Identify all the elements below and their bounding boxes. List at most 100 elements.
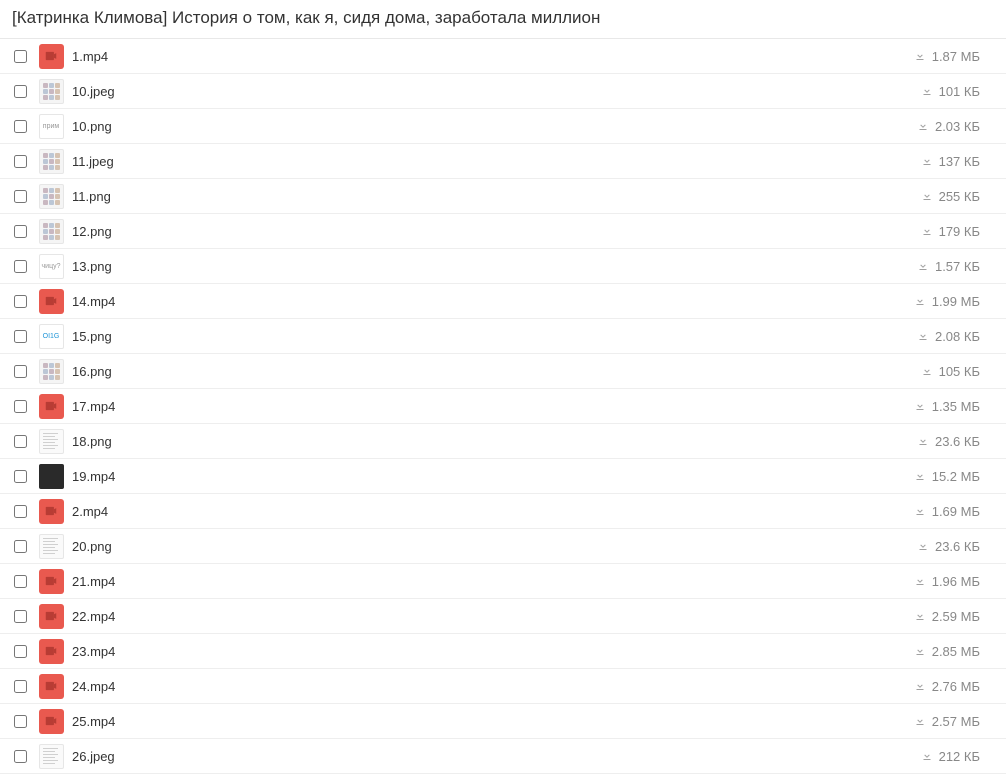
file-size-cell: 2.08 КБ bbox=[917, 329, 996, 344]
file-row[interactable]: 1.mp41.87 МБ bbox=[0, 39, 1006, 74]
download-icon[interactable] bbox=[917, 435, 929, 447]
download-icon[interactable] bbox=[917, 330, 929, 342]
select-checkbox[interactable] bbox=[14, 190, 27, 203]
file-row[interactable]: 24.mp42.76 МБ bbox=[0, 669, 1006, 704]
file-name[interactable]: 1.mp4 bbox=[72, 49, 914, 64]
select-checkbox[interactable] bbox=[14, 260, 27, 273]
file-row[interactable]: 18.png23.6 КБ bbox=[0, 424, 1006, 459]
file-name[interactable]: 21.mp4 bbox=[72, 574, 914, 589]
select-checkbox[interactable] bbox=[14, 225, 27, 238]
thumb-cell bbox=[38, 289, 64, 314]
checkbox-cell bbox=[14, 435, 38, 448]
download-icon[interactable] bbox=[917, 120, 929, 132]
download-icon[interactable] bbox=[914, 400, 926, 412]
file-name[interactable]: 10.png bbox=[72, 119, 917, 134]
checkbox-cell bbox=[14, 715, 38, 728]
file-name[interactable]: 11.jpeg bbox=[72, 154, 921, 169]
download-icon[interactable] bbox=[914, 610, 926, 622]
download-icon[interactable] bbox=[914, 295, 926, 307]
download-icon[interactable] bbox=[914, 50, 926, 62]
file-name[interactable]: 22.mp4 bbox=[72, 609, 914, 624]
file-row[interactable]: 17.mp4 1.35 МБ bbox=[0, 389, 1006, 424]
file-size-cell: 2.59 МБ bbox=[914, 609, 996, 624]
file-name[interactable]: 16.png bbox=[72, 364, 921, 379]
select-checkbox[interactable] bbox=[14, 610, 27, 623]
file-row[interactable]: 25.mp42.57 МБ bbox=[0, 704, 1006, 739]
file-name[interactable]: 13.png bbox=[72, 259, 917, 274]
file-row[interactable]: 26.jpeg 212 КБ bbox=[0, 739, 1006, 774]
file-name[interactable]: 11.png bbox=[72, 189, 921, 204]
select-checkbox[interactable] bbox=[14, 575, 27, 588]
select-checkbox[interactable] bbox=[14, 715, 27, 728]
select-checkbox[interactable] bbox=[14, 155, 27, 168]
file-size-cell: 1.69 МБ bbox=[914, 504, 996, 519]
file-size: 1.57 КБ bbox=[935, 259, 980, 274]
file-name[interactable]: 24.mp4 bbox=[72, 679, 914, 694]
file-row[interactable]: прим10.png2.03 КБ bbox=[0, 109, 1006, 144]
download-icon[interactable] bbox=[917, 260, 929, 272]
select-checkbox[interactable] bbox=[14, 120, 27, 133]
doc-thumb bbox=[39, 534, 64, 559]
file-name[interactable]: 2.mp4 bbox=[72, 504, 914, 519]
file-row[interactable]: 14.mp41.99 МБ bbox=[0, 284, 1006, 319]
file-row[interactable]: 21.mp41.96 МБ bbox=[0, 564, 1006, 599]
file-name[interactable]: 19.mp4 bbox=[72, 469, 914, 484]
select-checkbox[interactable] bbox=[14, 435, 27, 448]
file-row[interactable]: 11.png255 КБ bbox=[0, 179, 1006, 214]
thumb-cell bbox=[38, 639, 64, 664]
file-row[interactable]: 19.mp415.2 МБ bbox=[0, 459, 1006, 494]
select-checkbox[interactable] bbox=[14, 540, 27, 553]
select-checkbox[interactable] bbox=[14, 750, 27, 763]
select-checkbox[interactable] bbox=[14, 470, 27, 483]
file-name[interactable]: 20.png bbox=[72, 539, 917, 554]
download-icon[interactable] bbox=[914, 575, 926, 587]
file-name[interactable]: 26.jpeg bbox=[72, 749, 921, 764]
video-icon bbox=[39, 499, 64, 524]
file-name[interactable]: 10.jpeg bbox=[72, 84, 921, 99]
file-name[interactable]: 12.png bbox=[72, 224, 921, 239]
download-icon[interactable] bbox=[921, 750, 933, 762]
file-row[interactable]: 11.jpeg137 КБ bbox=[0, 144, 1006, 179]
file-row[interactable]: 10.jpeg101 КБ bbox=[0, 74, 1006, 109]
select-checkbox[interactable] bbox=[14, 505, 27, 518]
file-row[interactable]: 12.png179 КБ bbox=[0, 214, 1006, 249]
file-row[interactable]: 22.mp42.59 МБ bbox=[0, 599, 1006, 634]
select-checkbox[interactable] bbox=[14, 400, 27, 413]
download-icon[interactable] bbox=[921, 225, 933, 237]
select-checkbox[interactable] bbox=[14, 645, 27, 658]
file-name[interactable]: 23.mp4 bbox=[72, 644, 914, 659]
file-row[interactable]: 20.png23.6 КБ bbox=[0, 529, 1006, 564]
select-checkbox[interactable] bbox=[14, 50, 27, 63]
file-row[interactable]: 16.png105 КБ bbox=[0, 354, 1006, 389]
file-size-cell: 1.35 МБ bbox=[914, 399, 996, 414]
file-name[interactable]: 18.png bbox=[72, 434, 917, 449]
file-row[interactable]: OI1G15.png2.08 КБ bbox=[0, 319, 1006, 354]
download-icon[interactable] bbox=[914, 645, 926, 657]
file-size: 1.35 МБ bbox=[932, 399, 980, 414]
file-size: 212 КБ bbox=[939, 749, 980, 764]
file-name[interactable]: 14.mp4 bbox=[72, 294, 914, 309]
file-name[interactable]: 17.mp4 bbox=[72, 399, 914, 414]
select-checkbox[interactable] bbox=[14, 330, 27, 343]
checkbox-cell bbox=[14, 190, 38, 203]
file-row[interactable]: 2.mp41.69 МБ bbox=[0, 494, 1006, 529]
download-icon[interactable] bbox=[921, 85, 933, 97]
thumb-cell bbox=[38, 744, 64, 769]
select-checkbox[interactable] bbox=[14, 85, 27, 98]
download-icon[interactable] bbox=[917, 540, 929, 552]
download-icon[interactable] bbox=[921, 155, 933, 167]
download-icon[interactable] bbox=[914, 470, 926, 482]
file-row[interactable]: 23.mp42.85 МБ bbox=[0, 634, 1006, 669]
download-icon[interactable] bbox=[921, 190, 933, 202]
file-name[interactable]: 25.mp4 bbox=[72, 714, 914, 729]
select-checkbox[interactable] bbox=[14, 295, 27, 308]
file-name[interactable]: 15.png bbox=[72, 329, 917, 344]
download-icon[interactable] bbox=[914, 715, 926, 727]
download-icon[interactable] bbox=[921, 365, 933, 377]
file-row[interactable]: чицу?13.png1.57 КБ bbox=[0, 249, 1006, 284]
download-icon[interactable] bbox=[914, 505, 926, 517]
download-icon[interactable] bbox=[914, 680, 926, 692]
image-icon bbox=[39, 149, 64, 174]
select-checkbox[interactable] bbox=[14, 680, 27, 693]
select-checkbox[interactable] bbox=[14, 365, 27, 378]
